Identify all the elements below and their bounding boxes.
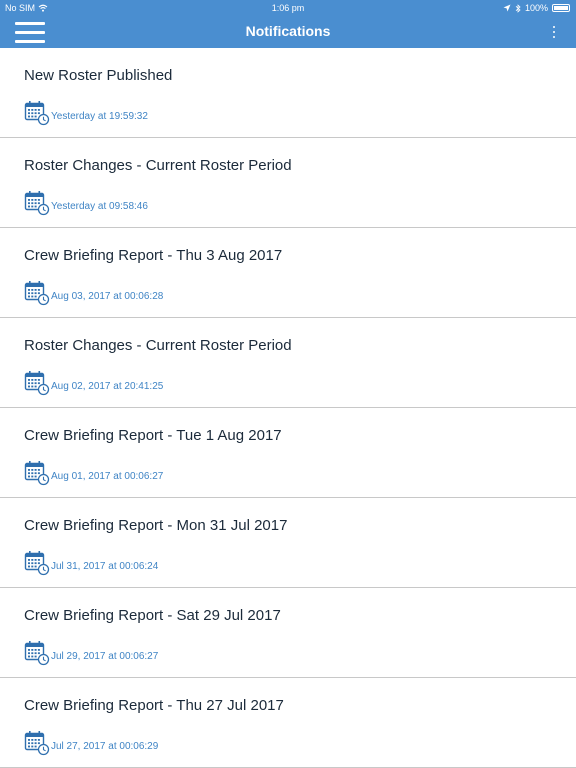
notification-row[interactable]: Roster Changes - Current Roster Period [0, 318, 576, 408]
notification-meta: Aug 03, 2017 at 00:06:28 [24, 280, 163, 306]
calendar-clock-icon [24, 371, 50, 396]
notification-date: Jul 31, 2017 at 00:06:24 [51, 561, 159, 572]
notification-date: Aug 01, 2017 at 00:06:27 [51, 471, 164, 482]
notification-meta: Jul 29, 2017 at 00:06:27 [24, 640, 158, 666]
notification-row[interactable]: Crew Briefing Report - Sat 29 Jul 2017 J… [0, 588, 576, 678]
calendar-clock-icon [24, 101, 50, 126]
notification-date: Yesterday at 19:59:32 [51, 111, 148, 122]
more-vertical-icon[interactable] [550, 24, 558, 40]
notification-title: Crew Briefing Report - Mon 31 Jul 2017 [24, 517, 288, 534]
notification-meta: Aug 01, 2017 at 00:06:27 [24, 460, 163, 486]
notification-meta: Jul 27, 2017 at 00:06:29 [24, 730, 158, 756]
notification-row[interactable]: Crew Briefing Report - Tue 1 Aug 2017 Au… [0, 408, 576, 498]
calendar-clock-icon [24, 641, 50, 666]
notification-title: Crew Briefing Report - Sat 29 Jul 2017 [24, 607, 281, 624]
notification-meta: Yesterday at 09:58:46 [24, 190, 148, 216]
notification-meta: Jul 31, 2017 at 00:06:24 [24, 550, 158, 576]
calendar-clock-icon [24, 461, 50, 486]
notification-row[interactable]: Crew Briefing Report - Thu 3 Aug 2017 Au… [0, 228, 576, 318]
notification-date: Jul 29, 2017 at 00:06:27 [51, 651, 159, 662]
notification-title: Crew Briefing Report - Tue 1 Aug 2017 [24, 427, 282, 444]
notification-date: Yesterday at 09:58:46 [51, 201, 148, 212]
status-bar: No SIM 1:06 pm 100% [0, 0, 576, 16]
notification-meta: Yesterday at 19:59:32 [24, 100, 148, 126]
notification-title: New Roster Published [24, 67, 173, 84]
battery-percent: 100% [524, 3, 548, 13]
notification-list: New Roster Published Yesterday at 19:59:… [0, 48, 576, 768]
notification-row[interactable]: New Roster Published Yesterday at 19:59:… [0, 48, 576, 138]
page-title: Notifications [245, 23, 331, 39]
nav-row: Notifications [0, 16, 576, 48]
calendar-clock-icon [24, 731, 50, 756]
notification-title: Roster Changes - Current Roster Period [24, 337, 292, 354]
notification-row[interactable]: Crew Briefing Report - Mon 31 Jul 2017 J… [0, 498, 576, 588]
battery-icon [552, 4, 570, 12]
notification-date: Aug 02, 2017 at 20:41:25 [51, 381, 164, 392]
header-bar: No SIM 1:06 pm 100% Notifications [0, 0, 576, 48]
notification-meta: Aug 02, 2017 at 20:41:25 [24, 370, 163, 396]
status-time: 1:06 pm [271, 3, 305, 13]
notification-title: Crew Briefing Report - Thu 3 Aug 2017 [24, 247, 283, 264]
notification-date: Aug 03, 2017 at 00:06:28 [51, 291, 164, 302]
location-arrow-icon [503, 4, 511, 12]
bluetooth-icon [515, 3, 521, 13]
calendar-clock-icon [24, 551, 50, 576]
status-right-group: 100% [503, 0, 570, 16]
calendar-clock-icon [24, 191, 50, 216]
notification-row[interactable]: Roster Changes - Current Roster Period [0, 138, 576, 228]
notification-title: Crew Briefing Report - Thu 27 Jul 2017 [24, 697, 284, 714]
notification-date: Jul 27, 2017 at 00:06:29 [51, 741, 159, 752]
calendar-clock-icon [24, 281, 50, 306]
notification-row[interactable]: Crew Briefing Report - Thu 27 Jul 2017 J… [0, 678, 576, 768]
notification-title: Roster Changes - Current Roster Period [24, 157, 292, 174]
